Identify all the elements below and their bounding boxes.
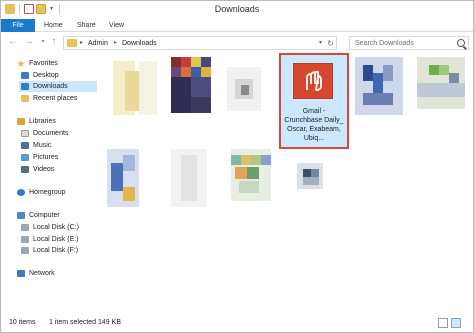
breadcrumb-separator-icon[interactable]: ▸ bbox=[80, 38, 83, 49]
drive-icon bbox=[21, 236, 29, 243]
nav-computer[interactable]: Computer bbox=[17, 210, 60, 221]
tab-share[interactable]: Share bbox=[77, 19, 96, 32]
nav-drive-e[interactable]: Local Disk (E:) bbox=[21, 234, 79, 245]
refresh-icon[interactable]: ↻ bbox=[327, 38, 334, 49]
nav-music[interactable]: Music bbox=[21, 140, 51, 151]
nav-downloads[interactable]: Downloads bbox=[19, 81, 97, 92]
breadcrumb-admin[interactable]: Admin bbox=[88, 38, 108, 49]
drive-icon bbox=[21, 247, 29, 254]
nav-music-label: Music bbox=[33, 142, 52, 149]
details-view-icon[interactable] bbox=[438, 318, 448, 328]
file-thumbnail[interactable] bbox=[107, 149, 139, 207]
navigation-row: ← → ▾ ↑ ▸ Admin ▸ Downloads ▾ ↻ Search D… bbox=[1, 33, 473, 53]
nav-documents[interactable]: Documents bbox=[21, 128, 68, 139]
nav-drive-f[interactable]: Local Disk (F:) bbox=[21, 245, 78, 256]
desktop-icon bbox=[21, 72, 29, 79]
nav-drive-c[interactable]: Local Disk (C:) bbox=[21, 222, 79, 233]
downloads-folder-icon bbox=[21, 83, 29, 90]
nav-videos[interactable]: Videos bbox=[21, 164, 54, 175]
file-thumbnail[interactable] bbox=[227, 67, 261, 111]
search-box[interactable]: Search Downloads bbox=[349, 36, 469, 50]
nav-network-label: Network bbox=[29, 270, 55, 277]
nav-drive-c-label: Local Disk (C:) bbox=[33, 224, 79, 231]
address-dropdown-icon[interactable]: ▾ bbox=[319, 38, 322, 49]
tab-home[interactable]: Home bbox=[44, 19, 63, 32]
documents-icon bbox=[21, 130, 29, 137]
nav-computer-label: Computer bbox=[29, 212, 60, 219]
nav-drive-e-label: Local Disk (E:) bbox=[33, 236, 79, 243]
recent-places-icon bbox=[21, 95, 29, 102]
nav-desktop[interactable]: Desktop bbox=[21, 70, 59, 81]
search-placeholder[interactable]: Search Downloads bbox=[355, 38, 414, 49]
computer-icon bbox=[17, 212, 25, 219]
pictures-icon bbox=[21, 154, 29, 161]
libraries-icon bbox=[17, 118, 25, 125]
star-icon bbox=[17, 60, 25, 67]
file-thumbnail[interactable] bbox=[171, 149, 207, 207]
videos-icon bbox=[21, 166, 29, 173]
nav-drive-f-label: Local Disk (F:) bbox=[33, 247, 79, 254]
window-title: Downloads bbox=[214, 4, 260, 14]
file-thumbnail[interactable] bbox=[231, 149, 271, 201]
nav-favorites[interactable]: Favorites bbox=[17, 58, 58, 69]
address-bar[interactable]: ▸ Admin ▸ Downloads ▾ ↻ bbox=[63, 36, 337, 50]
nav-homegroup[interactable]: Homegroup bbox=[17, 187, 66, 198]
file-thumbnail[interactable] bbox=[355, 57, 403, 115]
breadcrumb-downloads[interactable]: Downloads bbox=[122, 38, 157, 49]
selection-info: 1 item selected 149 KB bbox=[49, 319, 121, 326]
nav-libraries[interactable]: Libraries bbox=[17, 116, 56, 127]
status-bar: 10 items 1 item selected 149 KB bbox=[1, 314, 473, 332]
drive-icon bbox=[21, 224, 29, 231]
folder-icon bbox=[67, 39, 77, 47]
nav-recent-places-label: Recent places bbox=[33, 95, 78, 102]
nav-desktop-label: Desktop bbox=[33, 72, 59, 79]
acrobat-logo-icon bbox=[306, 70, 322, 91]
nav-pictures-label: Pictures bbox=[33, 154, 59, 161]
nav-recent-places[interactable]: Recent places bbox=[21, 93, 77, 104]
tab-view[interactable]: View bbox=[109, 19, 124, 32]
file-thumbnail[interactable] bbox=[171, 57, 211, 113]
homegroup-icon bbox=[17, 189, 25, 196]
up-arrow-icon[interactable]: ↑ bbox=[48, 36, 60, 48]
file-thumbnail[interactable] bbox=[113, 61, 157, 115]
nav-libraries-label: Libraries bbox=[29, 118, 56, 125]
nav-network[interactable]: Network bbox=[17, 268, 55, 279]
search-icon[interactable] bbox=[457, 39, 465, 47]
tab-file[interactable]: File bbox=[1, 19, 35, 32]
navigation-pane: Favorites Desktop Downloads Recent place… bbox=[1, 53, 99, 313]
forward-arrow-icon[interactable]: → bbox=[23, 36, 35, 48]
nav-pictures[interactable]: Pictures bbox=[21, 152, 58, 163]
ribbon-tabs: File Home Share View bbox=[1, 19, 473, 32]
network-icon bbox=[17, 270, 25, 277]
selected-file-item[interactable]: Gmail - Crunchbase Daily_ Oscar, Exabeam… bbox=[279, 53, 349, 149]
large-icons-view-icon[interactable] bbox=[451, 318, 461, 328]
file-thumbnail[interactable] bbox=[417, 57, 465, 109]
nav-downloads-label: Downloads bbox=[33, 83, 68, 90]
file-thumbnail[interactable] bbox=[297, 163, 323, 189]
explorer-window: ▾ Downloads File Home Share View ← → ▾ ↑… bbox=[0, 0, 474, 333]
breadcrumb-separator-icon[interactable]: ▸ bbox=[114, 38, 117, 49]
back-arrow-icon[interactable]: ← bbox=[7, 36, 19, 48]
file-name-label: Gmail - Crunchbase Daily_ Oscar, Exabeam… bbox=[284, 108, 344, 142]
nav-favorites-label: Favorites bbox=[29, 60, 58, 67]
music-icon bbox=[21, 142, 29, 149]
nav-videos-label: Videos bbox=[33, 166, 55, 173]
title-bar: ▾ Downloads bbox=[1, 1, 473, 19]
pdf-file-icon bbox=[293, 63, 333, 99]
nav-documents-label: Documents bbox=[33, 130, 69, 137]
nav-homegroup-label: Homegroup bbox=[29, 189, 66, 196]
item-count: 10 items bbox=[9, 319, 36, 326]
